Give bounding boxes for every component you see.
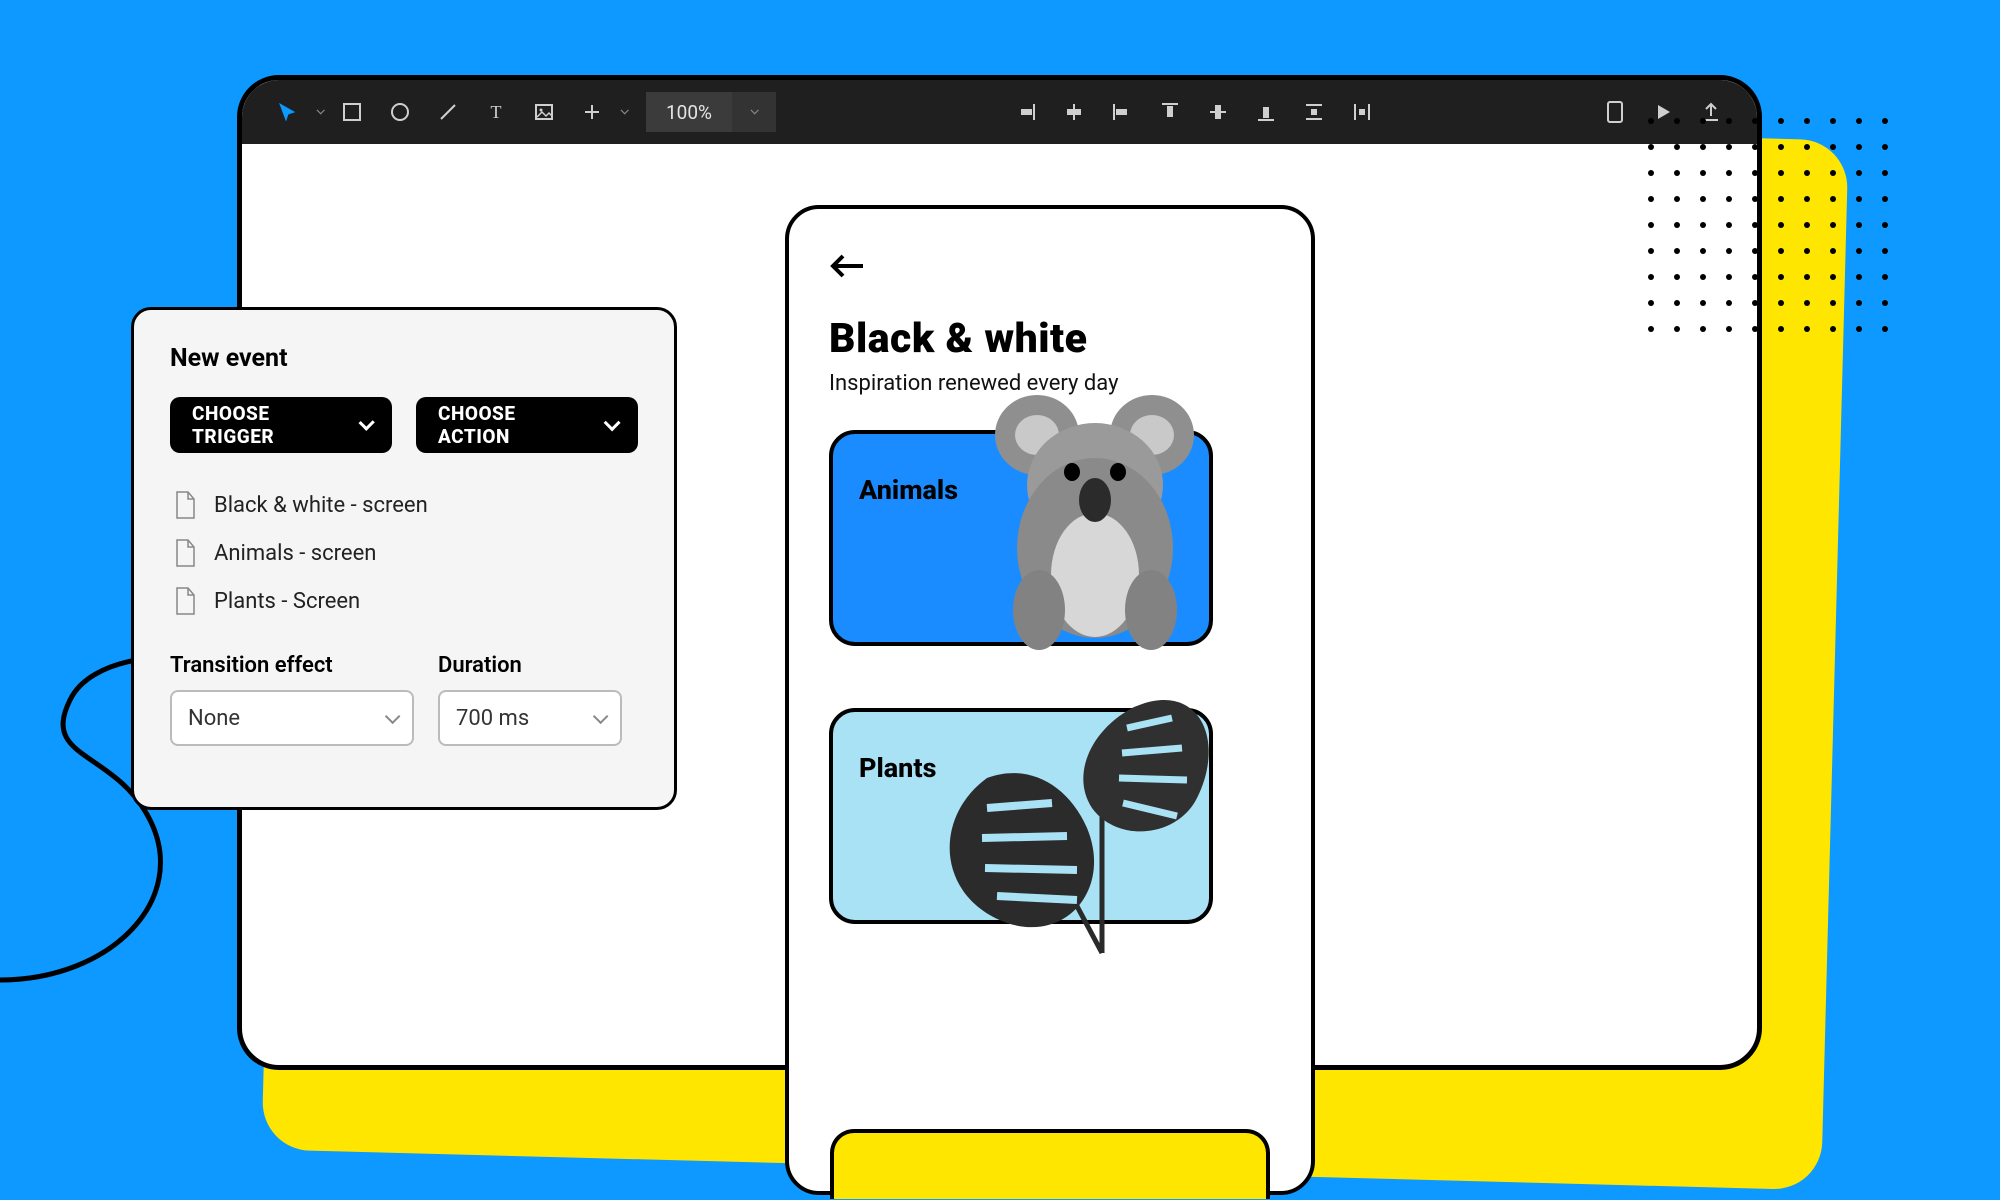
screen-item-label: Black & white - screen <box>214 493 428 518</box>
transition-select[interactable]: None <box>170 690 414 746</box>
back-button[interactable] <box>829 251 1271 285</box>
ellipse-tool-button[interactable] <box>380 92 420 132</box>
distribute-v-button[interactable] <box>1294 92 1334 132</box>
rectangle-tool-button[interactable] <box>332 92 372 132</box>
select-tool-button[interactable] <box>268 92 308 132</box>
screen-item-black-white[interactable]: Black & white - screen <box>170 481 638 529</box>
align-right-button[interactable] <box>1006 92 1046 132</box>
add-tool-dropdown-icon[interactable] <box>620 106 628 114</box>
add-tool-button[interactable] <box>572 92 612 132</box>
align-left-button[interactable] <box>1102 92 1142 132</box>
screen-item-label: Plants - Screen <box>214 589 360 614</box>
choose-action-button[interactable]: CHOOSE ACTION <box>416 397 638 453</box>
screen-item-plants[interactable]: Plants - Screen <box>170 577 638 625</box>
file-icon <box>174 587 196 615</box>
file-icon <box>174 539 196 567</box>
choose-trigger-button[interactable]: CHOOSE TRIGGER <box>170 397 392 453</box>
text-tool-button[interactable]: T <box>476 92 516 132</box>
chevron-down-icon <box>358 415 375 432</box>
card-plants[interactable]: Plants <box>829 708 1213 924</box>
svg-text:T: T <box>491 102 502 122</box>
button-label: CHOOSE TRIGGER <box>192 402 345 448</box>
align-center-h-button[interactable] <box>1054 92 1094 132</box>
file-icon <box>174 491 196 519</box>
phone-preview: Black & white Inspiration renewed every … <box>785 205 1315 1195</box>
screen-item-animals[interactable]: Animals - screen <box>170 529 638 577</box>
image-tool-button[interactable] <box>524 92 564 132</box>
transition-label: Transition effect <box>170 653 414 678</box>
transition-field: Transition effect None <box>170 653 414 746</box>
distribute-h-button[interactable] <box>1342 92 1382 132</box>
duration-field: Duration 700 ms <box>438 653 622 746</box>
card-label: Plants <box>859 752 936 784</box>
select-tool-dropdown-icon[interactable] <box>316 106 324 114</box>
koala-image <box>977 380 1227 646</box>
phone-bottom-bar <box>830 1129 1270 1199</box>
duration-value: 700 ms <box>456 706 529 731</box>
screen-list: Black & white - screen Animals - screen … <box>170 481 638 625</box>
event-panel: New event CHOOSE TRIGGER CHOOSE ACTION B… <box>131 307 677 810</box>
zoom-control[interactable]: 100% <box>646 92 776 132</box>
button-label: CHOOSE ACTION <box>438 402 590 448</box>
chevron-down-icon <box>593 708 609 724</box>
duration-label: Duration <box>438 653 622 678</box>
monstera-image <box>927 668 1227 924</box>
panel-title: New event <box>170 344 638 373</box>
screen-item-label: Animals - screen <box>214 541 376 566</box>
screen-title: Black & white <box>829 315 1271 363</box>
chevron-down-icon <box>750 106 758 114</box>
decorative-dot-grid <box>1648 118 1890 334</box>
zoom-value[interactable]: 100% <box>646 92 732 132</box>
align-center-v-button[interactable] <box>1198 92 1238 132</box>
top-toolbar: T 100% <box>242 80 1757 144</box>
card-label: Animals <box>859 474 958 506</box>
chevron-down-icon <box>385 708 401 724</box>
zoom-dropdown-button[interactable] <box>732 92 776 132</box>
duration-select[interactable]: 700 ms <box>438 690 622 746</box>
transition-value: None <box>188 706 240 731</box>
line-tool-button[interactable] <box>428 92 468 132</box>
chevron-down-icon <box>604 414 621 431</box>
align-bottom-button[interactable] <box>1246 92 1286 132</box>
device-preview-button[interactable] <box>1595 92 1635 132</box>
align-top-button[interactable] <box>1150 92 1190 132</box>
card-animals[interactable]: Animals <box>829 430 1213 646</box>
